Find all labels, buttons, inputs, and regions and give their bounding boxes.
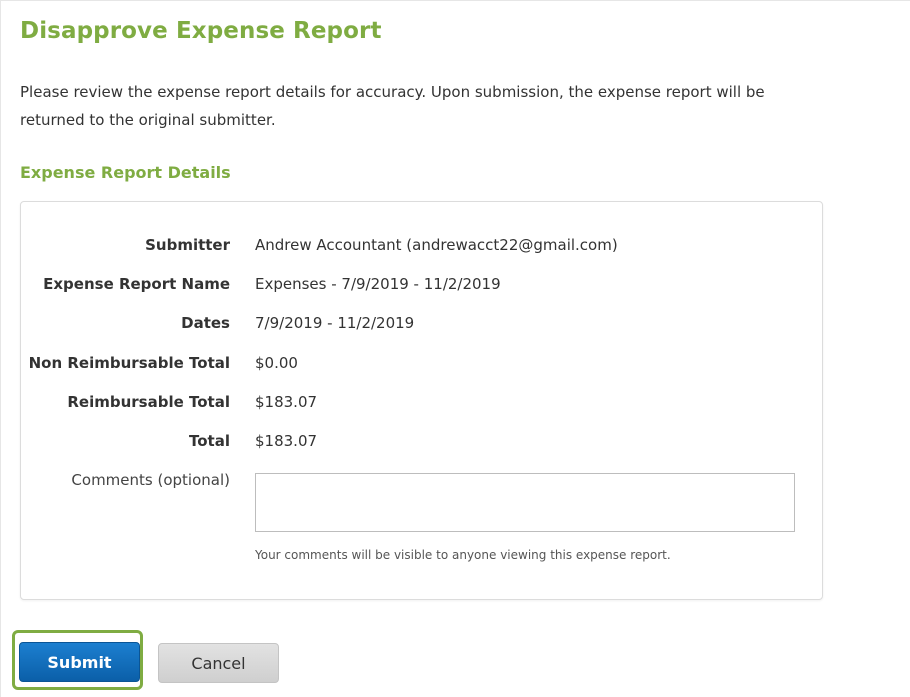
page-title: Disapprove Expense Report	[20, 18, 382, 44]
submit-button[interactable]: Submit	[19, 642, 140, 682]
report-name-row: Expense Report Name Expenses - 7/9/2019 …	[21, 275, 822, 299]
dates-row: Dates 7/9/2019 - 11/2/2019	[21, 314, 822, 338]
non-reimbursable-label: Non Reimbursable Total	[28, 354, 230, 372]
expense-report-details-card: Submitter Andrew Accountant (andrewacct2…	[20, 201, 823, 600]
comments-help-text: Your comments will be visible to anyone …	[255, 548, 671, 562]
comments-label: Comments (optional)	[71, 471, 230, 489]
reimbursable-value: $183.07	[255, 393, 318, 411]
submitter-row: Submitter Andrew Accountant (andrewacct2…	[21, 236, 822, 260]
total-label: Total	[189, 432, 230, 450]
disapprove-expense-report-page: Disapprove Expense Report Please review …	[0, 0, 910, 697]
total-row: Total $183.07	[21, 432, 822, 456]
dates-value: 7/9/2019 - 11/2/2019	[255, 314, 415, 332]
section-title: Expense Report Details	[20, 163, 231, 182]
submitter-value: Andrew Accountant (andrewacct22@gmail.co…	[255, 236, 618, 254]
dates-label: Dates	[181, 314, 230, 332]
total-value: $183.07	[255, 432, 318, 450]
report-name-value: Expenses - 7/9/2019 - 11/2/2019	[255, 275, 501, 293]
report-name-label: Expense Report Name	[43, 275, 230, 293]
intro-text: Please review the expense report details…	[20, 83, 765, 129]
reimbursable-label: Reimbursable Total	[67, 393, 230, 411]
non-reimbursable-row: Non Reimbursable Total $0.00	[21, 354, 822, 378]
cancel-button[interactable]: Cancel	[158, 643, 279, 683]
reimbursable-row: Reimbursable Total $183.07	[21, 393, 822, 417]
submitter-label: Submitter	[145, 236, 230, 254]
non-reimbursable-value: $0.00	[255, 354, 298, 372]
comments-textarea[interactable]	[255, 473, 795, 532]
